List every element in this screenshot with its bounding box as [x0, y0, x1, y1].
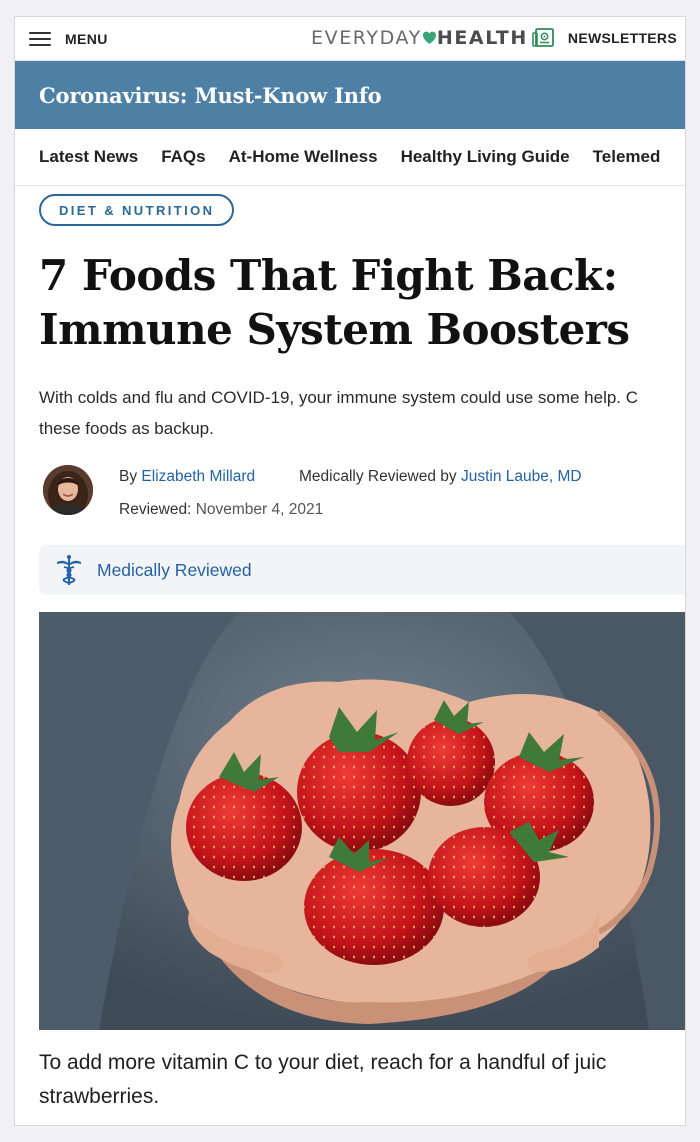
topic-nav: Latest News FAQs At-Home Wellness Health… — [15, 129, 685, 186]
nav-item-faqs[interactable]: FAQs — [161, 147, 205, 167]
site-logo[interactable]: EVERYDAY HEALTH — [311, 27, 528, 49]
author-avatar[interactable] — [43, 465, 93, 515]
reviewed-label: Reviewed: — [119, 501, 192, 518]
newsletters-button[interactable]: NEWSLETTERS — [532, 28, 677, 48]
author-link[interactable]: Elizabeth Millard — [141, 468, 255, 485]
page-frame: MENU EVERYDAY HEALTH NEWSLETTERS Coronav… — [14, 16, 686, 1126]
logo-everyday: EVERYDAY — [311, 27, 422, 49]
byline-reviewer: Medically Reviewed by Justin Laube, MD — [299, 468, 582, 486]
nav-item-at-home-wellness[interactable]: At-Home Wellness — [229, 147, 378, 167]
medically-reviewed-badge[interactable]: Medically Reviewed — [39, 545, 685, 595]
banner-text: Coronavirus: Must-Know Info — [39, 82, 382, 108]
reviewer-link[interactable]: Justin Laube, MD — [461, 468, 582, 485]
reviewed-by-label: Medically Reviewed by — [299, 468, 457, 485]
logo-health: HEALTH — [436, 27, 528, 49]
medically-reviewed-label: Medically Reviewed — [97, 559, 252, 580]
article-dek: With colds and flu and COVID-19, your im… — [39, 382, 685, 444]
heart-leaf-icon — [422, 31, 436, 44]
title-line-1: 7 Foods That Fight Back: — [39, 251, 618, 300]
hamburger-icon — [29, 31, 51, 46]
byline-by: By — [119, 468, 138, 485]
coronavirus-banner[interactable]: Coronavirus: Must-Know Info — [15, 61, 685, 129]
title-line-2: Immune System Boosters — [39, 305, 630, 354]
reviewed-date: November 4, 2021 — [195, 501, 324, 518]
menu-label: MENU — [65, 30, 108, 47]
newsletter-icon — [532, 28, 554, 47]
dek-line-2: these foods as backup. — [39, 419, 214, 438]
author-photo — [43, 465, 93, 515]
category-tag[interactable]: DIET & NUTRITION — [39, 194, 235, 226]
dek-line-1: With colds and flu and COVID-19, your im… — [39, 388, 639, 407]
caduceus-icon — [57, 555, 81, 585]
nav-item-healthy-living-guide[interactable]: Healthy Living Guide — [401, 147, 570, 167]
hero-image — [39, 612, 685, 1030]
nav-item-latest-news[interactable]: Latest News — [39, 147, 138, 167]
byline-author: By Elizabeth Millard — [119, 468, 255, 486]
caption-line-2: strawberries. — [39, 1085, 160, 1108]
newsletters-label: NEWSLETTERS — [567, 30, 677, 46]
menu-button[interactable]: MENU — [29, 31, 108, 47]
top-bar: MENU EVERYDAY HEALTH NEWSLETTERS — [15, 17, 685, 61]
nav-item-telemedicine[interactable]: Telemed — [593, 147, 661, 167]
caption-line-1: To add more vitamin C to your diet, reac… — [39, 1051, 607, 1074]
strawberries-in-hands-image — [39, 612, 685, 1030]
review-date: Reviewed: November 4, 2021 — [119, 501, 323, 519]
article-title: 7 Foods That Fight Back: Immune System B… — [39, 249, 679, 357]
image-caption: To add more vitamin C to your diet, reac… — [39, 1046, 685, 1114]
